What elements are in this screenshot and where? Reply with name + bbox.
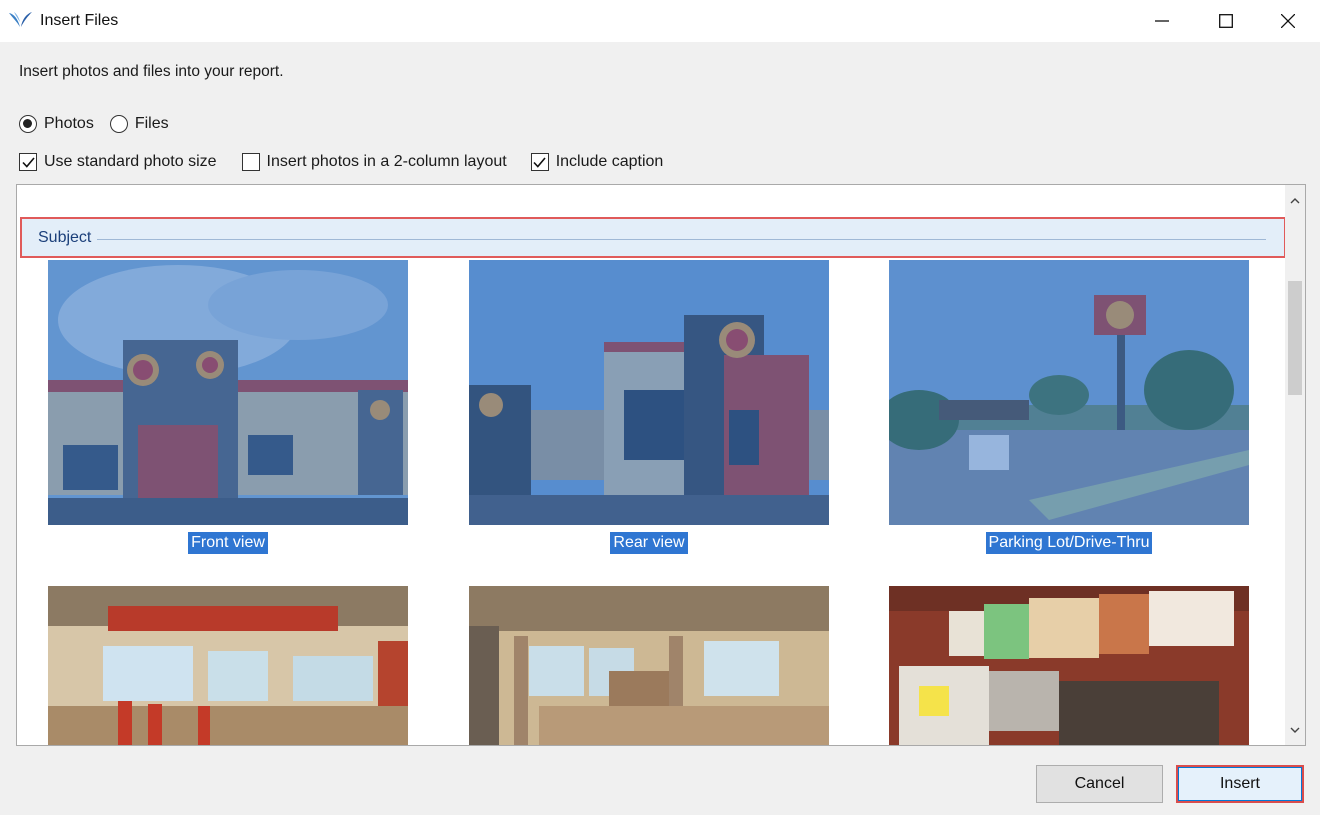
settings-checkbox-row: Use standard photo size Insert photos in… [19, 153, 679, 171]
scrollbar-thumb[interactable] [1288, 281, 1302, 395]
checkmark-icon [21, 156, 35, 168]
title-bar: Insert Files [0, 0, 1320, 42]
close-button[interactable] [1256, 0, 1320, 42]
maximize-button[interactable] [1194, 0, 1258, 42]
minimize-icon [1155, 20, 1169, 22]
photos-radio[interactable]: Photos [19, 115, 94, 133]
two-column-checkbox[interactable]: Insert photos in a 2-column layout [241, 153, 507, 171]
photo-thumbnail[interactable] [469, 586, 829, 745]
two-column-checkbox-box[interactable] [241, 153, 260, 171]
cancel-button[interactable]: Cancel [1036, 765, 1163, 803]
include-caption-checkbox[interactable]: Include caption [530, 153, 664, 171]
photos-radio-label: Photos [44, 115, 94, 132]
app-wing-logo-icon [9, 12, 32, 27]
photo-thumbnail[interactable] [48, 586, 408, 745]
include-caption-label: Include caption [555, 153, 664, 170]
two-column-label: Insert photos in a 2-column layout [266, 153, 507, 170]
group-header-subject[interactable]: Subject [20, 217, 1286, 258]
photo-thumbnail[interactable] [48, 260, 408, 525]
maximize-icon [1219, 14, 1233, 28]
photo-list-panel[interactable]: Subject Front view Rear view Parking Lot… [16, 184, 1306, 746]
close-icon [1281, 14, 1295, 28]
photo-thumbnail[interactable] [469, 260, 829, 525]
photo-thumbnail[interactable] [889, 586, 1249, 745]
group-label: Subject [38, 229, 98, 247]
scroll-down-button[interactable] [1285, 719, 1305, 741]
standard-size-checkbox-box[interactable] [19, 153, 37, 171]
window-title: Insert Files [40, 12, 119, 29]
files-radio-indicator[interactable] [109, 115, 128, 133]
vertical-scrollbar[interactable] [1285, 185, 1305, 745]
photo-thumbnail[interactable] [889, 260, 1249, 525]
chevron-up-icon [1290, 197, 1300, 203]
scroll-up-button[interactable] [1285, 189, 1305, 211]
photos-radio-indicator[interactable] [19, 115, 37, 133]
photo-caption[interactable]: Parking Lot/Drive-Thru [985, 532, 1153, 554]
insert-button[interactable]: Insert [1176, 765, 1304, 803]
parking-lot-image [889, 260, 1249, 525]
minimize-button[interactable] [1130, 0, 1194, 42]
standard-size-checkbox[interactable]: Use standard photo size [19, 153, 217, 171]
checkmark-icon [533, 156, 546, 168]
dining-room-image [48, 586, 408, 745]
photo-caption[interactable]: Front view [188, 532, 268, 554]
files-radio-label: Files [134, 115, 169, 132]
chevron-down-icon [1290, 727, 1300, 733]
include-caption-checkbox-box[interactable] [530, 153, 549, 171]
menu-counter-image [889, 586, 1249, 745]
group-divider [96, 239, 1266, 240]
files-radio[interactable]: Files [109, 115, 169, 133]
mode-radio-group: Photos Files [19, 115, 185, 133]
seating-area-image [469, 586, 829, 745]
restaurant-front-image [48, 260, 408, 525]
instruction-text: Insert photos and files into your report… [19, 63, 284, 80]
photo-caption[interactable]: Rear view [610, 532, 688, 554]
restaurant-rear-image [469, 260, 829, 525]
standard-size-label: Use standard photo size [44, 153, 217, 170]
